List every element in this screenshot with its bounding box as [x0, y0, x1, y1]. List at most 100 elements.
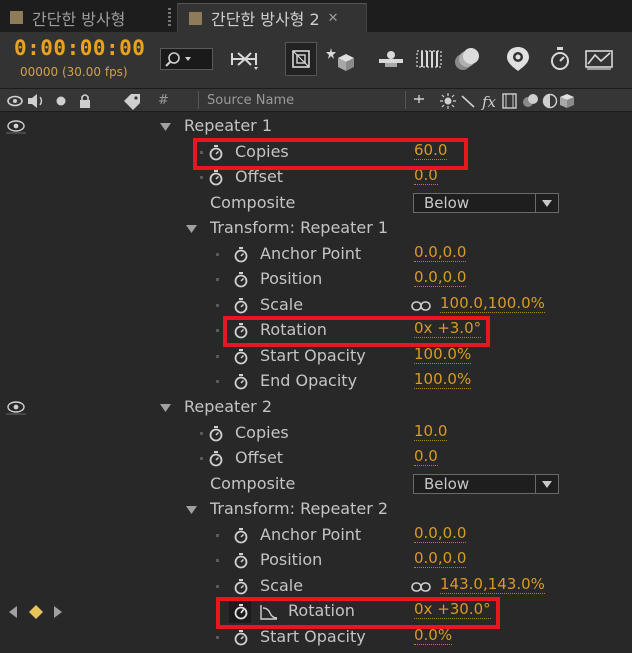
- layer-number-column: #: [158, 93, 169, 108]
- tree-dot: [200, 151, 203, 154]
- property-row-anchor-point[interactable]: Anchor Point 0.0,0.0: [0, 523, 632, 549]
- property-value[interactable]: 0x +30.0°: [414, 601, 491, 619]
- tree-dot: [216, 304, 219, 307]
- frame-blending-icon[interactable]: [375, 42, 407, 76]
- column-divider[interactable]: [405, 91, 406, 109]
- stopwatch-icon[interactable]: [233, 246, 249, 264]
- property-value[interactable]: 100.0%: [414, 371, 472, 389]
- tree-dot: [216, 355, 219, 358]
- property-value[interactable]: 0.0: [414, 167, 438, 185]
- property-row-scale[interactable]: Scale 143.0,143.0%: [0, 574, 632, 600]
- composite-dropdown[interactable]: Below: [413, 474, 559, 494]
- property-value[interactable]: 0.0: [414, 448, 438, 466]
- property-value[interactable]: 100.0%: [414, 346, 472, 364]
- label-tag-icon[interactable]: [122, 92, 142, 110]
- svg-text:fx: fx: [481, 93, 497, 111]
- property-value[interactable]: 0x +3.0°: [414, 320, 482, 338]
- property-value[interactable]: 0.0,0.0: [414, 525, 467, 543]
- constrain-proportions-link-icon[interactable]: [411, 582, 431, 592]
- source-name-column[interactable]: Source Name: [207, 93, 294, 108]
- shy-layers-icon[interactable]: [324, 42, 356, 76]
- stopwatch-active-icon[interactable]: [233, 603, 249, 621]
- property-group-row[interactable]: Repeater 1: [0, 114, 632, 140]
- stopwatch-icon[interactable]: [233, 373, 249, 391]
- tree-dot: [216, 585, 219, 588]
- property-value[interactable]: 0.0,0.0: [414, 269, 467, 287]
- stopwatch-icon[interactable]: [233, 527, 249, 545]
- stopwatch-icon[interactable]: [208, 425, 224, 443]
- after-effects-timeline-panel: 간단한 방사형 간단한 방사형 2 ✕ 0:00:00:00 00000 (30…: [0, 0, 632, 653]
- search-input[interactable]: [160, 48, 213, 70]
- next-keyframe-icon[interactable]: [54, 606, 62, 618]
- stopwatch-icon[interactable]: [208, 450, 224, 468]
- tree-dot: [216, 559, 219, 562]
- eye-visibility-icon[interactable]: [6, 120, 26, 134]
- property-row-offset[interactable]: Offset 0.0: [0, 165, 632, 191]
- property-row-start-opacity[interactable]: Start Opacity 0.0%: [0, 625, 632, 651]
- stopwatch-icon[interactable]: [208, 169, 224, 187]
- column-divider[interactable]: [198, 91, 199, 109]
- property-row-position[interactable]: Position 0.0,0.0: [0, 548, 632, 574]
- composition-tab-bar: 간단한 방사형 간단한 방사형 2 ✕: [0, 0, 632, 32]
- draft-3d-icon[interactable]: [285, 42, 317, 76]
- property-group-row[interactable]: Repeater 2: [0, 395, 632, 421]
- property-value[interactable]: 0.0,0.0: [414, 550, 467, 568]
- stopwatch-icon[interactable]: [233, 578, 249, 596]
- property-row-composite[interactable]: Composite Below: [0, 472, 632, 498]
- property-value[interactable]: 100.0,100.0%: [440, 295, 545, 313]
- twirl-down-icon[interactable]: [160, 404, 171, 412]
- panel-grip-icon[interactable]: [168, 8, 171, 28]
- add-keyframe-diamond-icon[interactable]: [29, 605, 43, 619]
- property-row-copies[interactable]: Copies 60.0: [0, 140, 632, 166]
- previous-keyframe-icon[interactable]: [9, 606, 17, 618]
- stopwatch-icon[interactable]: [233, 322, 249, 340]
- tree-dot: [216, 329, 219, 332]
- property-value[interactable]: 60.0: [414, 142, 448, 160]
- property-tree: Repeater 1 Copies 60.0 Offset 0.0 Compos…: [0, 113, 632, 653]
- property-row-scale[interactable]: Scale 100.0,100.0%: [0, 293, 632, 319]
- stopwatch-icon[interactable]: [233, 629, 249, 647]
- property-row-offset[interactable]: Offset 0.0: [0, 446, 632, 472]
- property-row-copies[interactable]: Copies 10.0: [0, 421, 632, 447]
- property-row-end-opacity[interactable]: End Opacity 100.0%: [0, 369, 632, 395]
- property-row-composite[interactable]: Composite Below: [0, 191, 632, 217]
- property-value[interactable]: 143.0,143.0%: [440, 576, 545, 594]
- stopwatch-icon[interactable]: [233, 271, 249, 289]
- graph-icon[interactable]: [260, 604, 278, 620]
- search-icon: [165, 52, 191, 67]
- layer-switches-icons: fx: [414, 93, 574, 111]
- tree-dot: [200, 176, 203, 179]
- property-row-anchor-point[interactable]: Anchor Point 0.0,0.0: [0, 242, 632, 268]
- twirl-down-icon[interactable]: [186, 225, 197, 233]
- twirl-down-icon[interactable]: [186, 506, 197, 514]
- stopwatch-icon[interactable]: [233, 297, 249, 315]
- property-row-rotation[interactable]: Rotation 0x +3.0°: [0, 318, 632, 344]
- property-value[interactable]: 0.0%: [414, 627, 453, 645]
- timeline-toolbar: 0:00:00:00 00000 (30.00 fps): [0, 32, 632, 88]
- composite-dropdown[interactable]: Below: [413, 193, 559, 213]
- motion-blur-icon[interactable]: [413, 42, 445, 76]
- live-update-icon[interactable]: [583, 42, 615, 76]
- graph-editor-icon[interactable]: [502, 42, 534, 76]
- property-row-position[interactable]: Position 0.0,0.0: [0, 267, 632, 293]
- stopwatch-icon[interactable]: [233, 348, 249, 366]
- property-subgroup-row[interactable]: Transform: Repeater 2: [0, 497, 632, 523]
- stopwatch-icon[interactable]: [544, 42, 576, 76]
- constrain-proportions-link-icon[interactable]: [411, 301, 431, 311]
- flowchart-icon[interactable]: [228, 42, 260, 76]
- tab-simple-radial[interactable]: 간단한 방사형: [10, 3, 125, 32]
- stopwatch-icon[interactable]: [208, 144, 224, 162]
- stopwatch-icon[interactable]: [233, 552, 249, 570]
- property-value[interactable]: 0.0,0.0: [414, 244, 467, 262]
- eye-visibility-icon[interactable]: [6, 401, 26, 415]
- property-value[interactable]: 10.0: [414, 423, 448, 441]
- tree-dot: [200, 457, 203, 460]
- close-tab-icon[interactable]: ✕: [328, 11, 339, 26]
- tab-simple-radial-2[interactable]: 간단한 방사형 2 ✕: [177, 3, 367, 32]
- property-row-rotation[interactable]: Rotation 0x +30.0°: [0, 599, 632, 625]
- property-row-start-opacity[interactable]: Start Opacity 100.0%: [0, 344, 632, 370]
- brainstorm-icon[interactable]: [452, 42, 484, 76]
- property-subgroup-row[interactable]: Transform: Repeater 1: [0, 216, 632, 242]
- current-time-display[interactable]: 0:00:00:00: [14, 36, 145, 60]
- twirl-down-icon[interactable]: [160, 123, 171, 131]
